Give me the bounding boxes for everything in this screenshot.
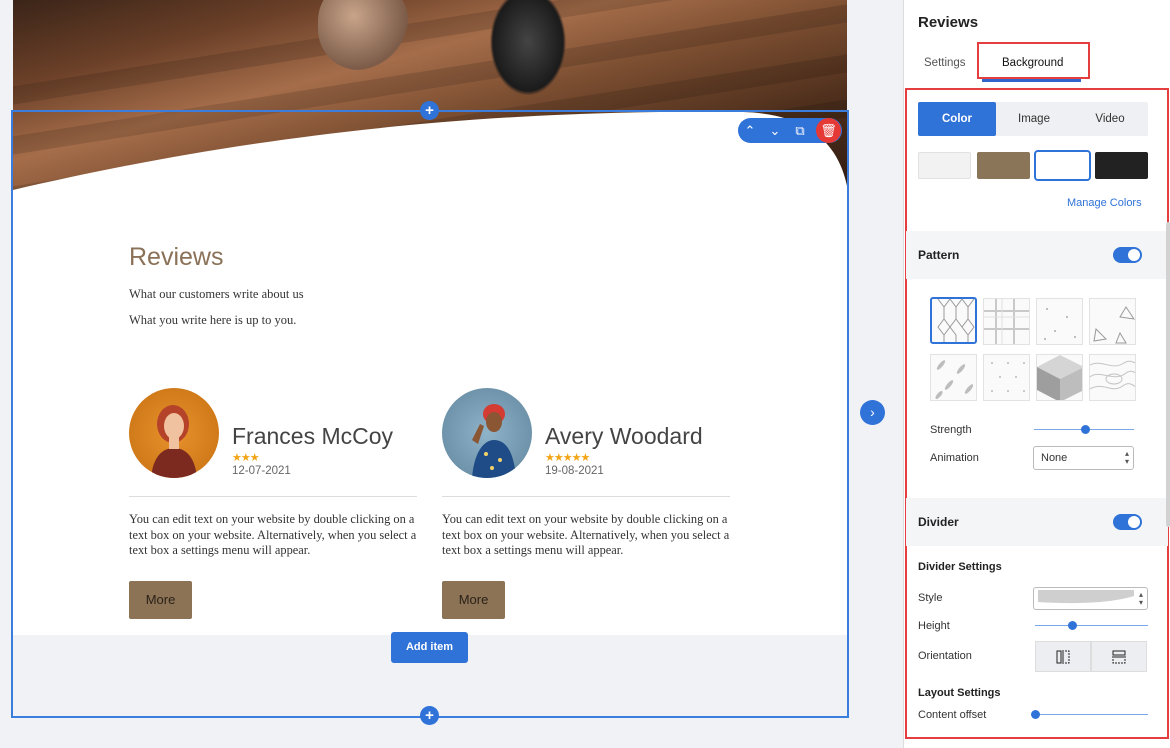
review-date[interactable]: 12-07-2021 [232,465,291,477]
section-title[interactable]: Reviews [129,243,223,272]
bg-type-image[interactable]: Image [996,102,1072,136]
pattern-leaves[interactable] [930,354,977,401]
duplicate-icon[interactable]: ⧉ [789,118,811,143]
more-button[interactable]: More [129,581,192,619]
divider-style-preview-icon [1038,590,1134,604]
hero-hand-detail [318,0,408,70]
pattern-dots-sparse[interactable] [1036,298,1083,345]
editor-canvas: Reviews What our customers write about u… [0,0,902,748]
pattern-topography[interactable] [1089,354,1136,401]
delete-icon[interactable]: 🗑 [816,118,841,143]
pattern-label: Pattern [918,248,960,262]
settings-panel: Reviews Settings Background Color Image … [903,0,1170,748]
section-toolbar: ⌃ ⌄ ⧉ 🗑 [738,118,842,143]
bg-type-color[interactable]: Color [918,102,996,136]
animation-label: Animation [930,452,979,464]
active-tab-indicator [982,79,1081,82]
pattern-plaid[interactable] [983,298,1030,345]
reviewer-name[interactable]: Avery Woodard [545,423,703,450]
add-section-above-button[interactable]: + [420,101,439,120]
pattern-dot-grid[interactable] [983,354,1030,401]
content-offset-slider-knob[interactable] [1031,710,1040,719]
manage-colors-link[interactable]: Manage Colors [1067,197,1142,209]
highlight-box-tab [977,42,1090,79]
hero-watch-detail [483,0,573,105]
pattern-triangles[interactable] [1089,298,1136,345]
review-text[interactable]: You can edit text on your website by dou… [129,512,421,559]
color-swatch-white[interactable] [1034,150,1091,181]
review-divider [129,496,417,497]
content-offset-slider[interactable] [1035,714,1148,715]
pattern-cubes[interactable] [1036,354,1083,401]
height-label: Height [918,620,950,632]
select-chevron-icon: ▴ ▾ [1124,449,1129,466]
select-chevron-icon: ▴ ▾ [1138,590,1143,607]
review-date[interactable]: 19-08-2021 [545,465,604,477]
layout-settings-label: Layout Settings [918,687,1001,699]
add-section-below-button[interactable]: + [420,706,439,725]
background-type-selector: Color Image Video [918,102,1148,136]
section-subtitle-2[interactable]: What you write here is up to you. [129,313,296,328]
section-subtitle-1[interactable]: What our customers write about us [129,287,304,302]
tab-settings[interactable]: Settings [924,57,966,69]
height-slider-knob[interactable] [1068,621,1077,630]
add-item-button[interactable]: Add item [391,632,468,663]
pattern-hexagon[interactable] [930,297,977,344]
bg-type-video[interactable]: Video [1072,102,1148,136]
height-slider[interactable] [1035,625,1148,626]
color-swatch-black[interactable] [1095,152,1148,179]
color-swatch-brown[interactable] [977,152,1030,179]
pattern-toggle[interactable] [1113,247,1142,263]
animation-value: None [1041,452,1068,464]
divider-label: Divider [918,515,959,529]
orientation-flip-horizontal-icon[interactable] [1035,641,1091,672]
more-button[interactable]: More [442,581,505,619]
open-panel-arrow-icon[interactable]: › [860,400,885,425]
section-wave-divider [13,111,847,200]
avatar[interactable] [129,388,219,478]
review-card[interactable]: Frances McCoy ★★★ 12-07-2021 You can edi… [129,388,419,620]
star-rating: ★★★★★ [545,452,590,464]
divider-style-select[interactable]: ▴ ▾ [1033,587,1148,610]
orientation-flip-vertical-icon[interactable] [1091,641,1147,672]
reviewer-name[interactable]: Frances McCoy [232,423,393,450]
style-label: Style [918,592,943,604]
review-divider [442,496,730,497]
move-up-icon[interactable]: ⌃ [739,118,761,143]
orientation-label: Orientation [918,650,972,662]
move-down-icon[interactable]: ⌄ [764,118,786,143]
content-offset-label: Content offset [918,709,987,721]
star-rating: ★★★ [232,452,260,464]
divider-settings-label: Divider Settings [918,561,1002,573]
strength-slider-knob[interactable] [1081,425,1090,434]
divider-toggle[interactable] [1113,514,1142,530]
color-swatch-light-gray[interactable] [918,152,971,179]
animation-select[interactable]: None ▴ ▾ [1033,446,1134,470]
panel-scrollbar[interactable] [1166,222,1170,527]
avatar[interactable] [442,388,532,478]
review-card[interactable]: Avery Woodard ★★★★★ 19-08-2021 You can e… [442,388,732,620]
strength-label: Strength [930,424,972,436]
review-text[interactable]: You can edit text on your website by dou… [442,512,734,559]
panel-title: Reviews [918,14,979,31]
